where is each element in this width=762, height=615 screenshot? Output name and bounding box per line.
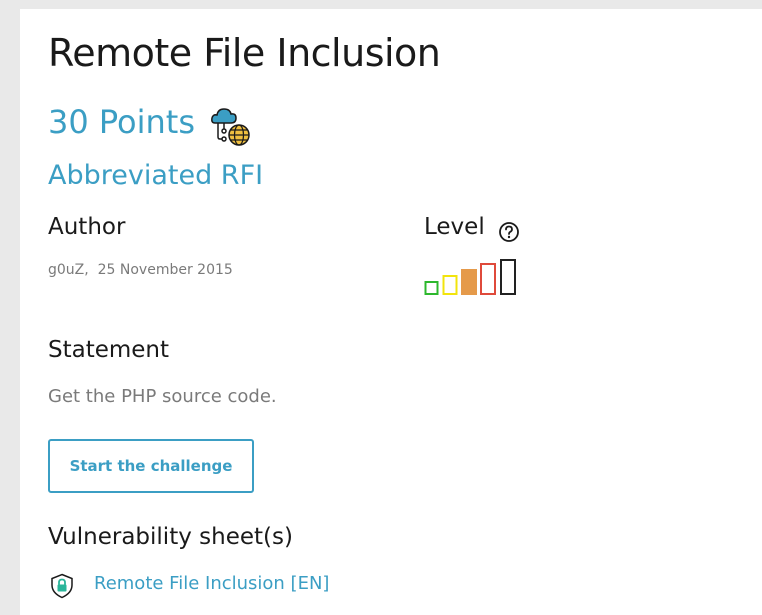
challenge-card: Remote File Inclusion 30 Points Abbrevia… (20, 9, 762, 615)
author-name[interactable]: g0uZ (48, 262, 84, 278)
question-circle-icon[interactable] (498, 221, 520, 243)
vulnerability-link-rfi[interactable]: Remote File Inclusion [EN] (94, 573, 329, 594)
page-title: Remote File Inclusion (48, 31, 441, 75)
author-separator: , (84, 262, 98, 278)
statement-heading: Statement (48, 337, 170, 363)
challenge-subtitle: Abbreviated RFI (48, 160, 264, 191)
level-bar-4 (480, 263, 496, 295)
level-bar-5 (500, 259, 516, 295)
level-bar-3 (461, 269, 477, 295)
author-meta: g0uZ, 25 November 2015 (48, 262, 233, 278)
publish-date: 25 November 2015 (97, 262, 233, 278)
level-bar-2 (442, 275, 458, 295)
level-heading: Level (424, 214, 485, 240)
author-heading: Author (48, 214, 126, 240)
start-challenge-button[interactable]: Start the challenge (48, 439, 254, 493)
cloud-network-icon (211, 108, 250, 146)
difficulty-bars (424, 259, 516, 295)
lock-shield-icon (51, 573, 73, 599)
vulnerability-heading: Vulnerability sheet(s) (48, 524, 293, 550)
level-bar-1 (424, 281, 439, 295)
statement-text: Get the PHP source code. (48, 386, 277, 407)
points-label: 30 Points (48, 103, 196, 141)
